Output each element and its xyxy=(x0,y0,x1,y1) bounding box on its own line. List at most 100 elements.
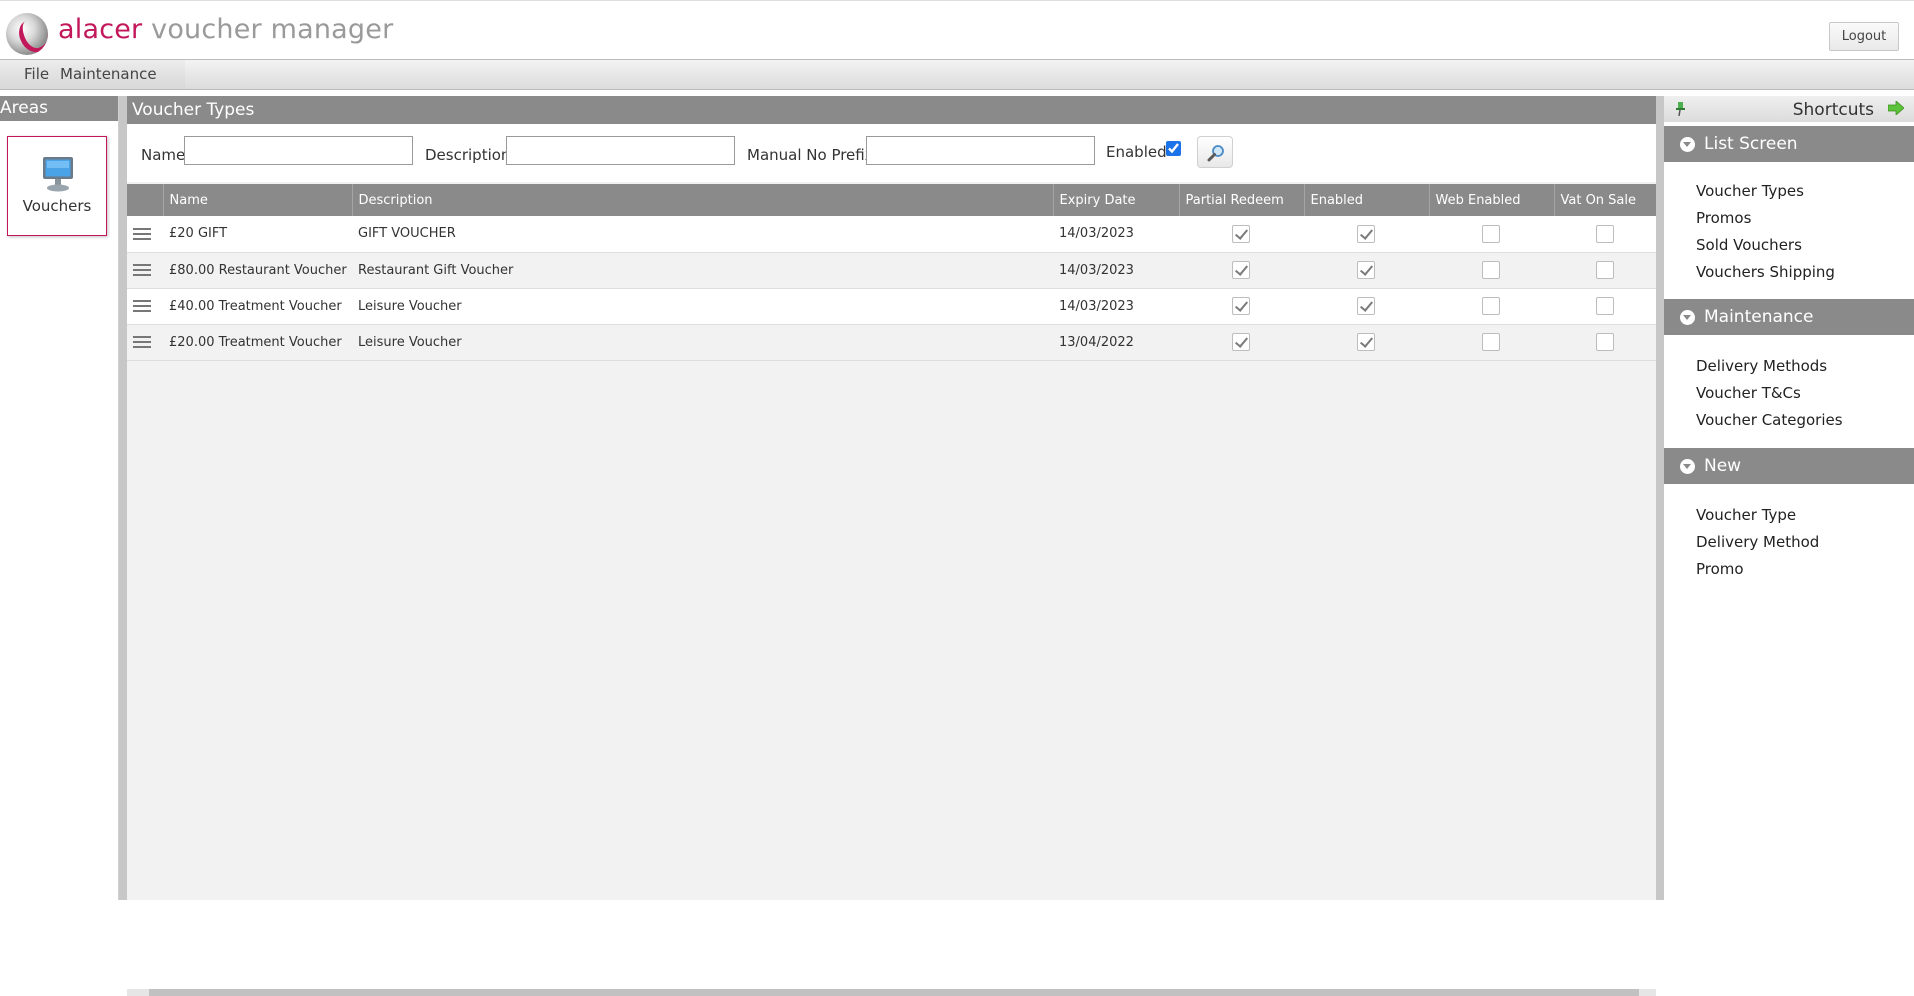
partial-redeem-checkbox[interactable] xyxy=(1232,261,1250,279)
shortcut-section-maintenance[interactable]: Maintenance xyxy=(1664,299,1914,335)
shortcut-promos[interactable]: Promos xyxy=(1696,209,1751,227)
right-splitter[interactable] xyxy=(1656,96,1664,900)
cell-partial-redeem xyxy=(1179,216,1304,253)
cell-name: £20 GIFT xyxy=(163,216,352,253)
app-title: alacer voucher manager xyxy=(58,13,393,47)
area-tile-vouchers[interactable]: Vouchers xyxy=(7,136,107,236)
web-enabled-checkbox[interactable] xyxy=(1482,333,1500,351)
cell-name: £40.00 Treatment Voucher xyxy=(163,288,352,325)
drag-handle-icon[interactable] xyxy=(133,263,151,277)
cell-expiry-date: 14/03/2023 xyxy=(1053,288,1179,325)
partial-redeem-checkbox[interactable] xyxy=(1232,333,1250,351)
shortcuts-title: Shortcuts xyxy=(1792,100,1874,120)
section-title: New xyxy=(1704,456,1742,476)
cell-enabled xyxy=(1304,288,1429,325)
horizontal-scrollbar[interactable] xyxy=(127,989,1656,996)
enabled-checkbox[interactable] xyxy=(1357,333,1375,351)
cell-web-enabled xyxy=(1429,216,1554,253)
chevron-down-icon xyxy=(1680,459,1695,474)
magnifier-icon xyxy=(1207,145,1224,162)
vat-on-sale-checkbox[interactable] xyxy=(1595,224,1614,243)
table-row[interactable]: £80.00 Restaurant Voucher Restaurant Gift… xyxy=(127,252,1656,289)
enabled-checkbox[interactable] xyxy=(1357,297,1375,315)
shortcut-sold-vouchers[interactable]: Sold Vouchers xyxy=(1696,236,1802,254)
drag-handle-icon[interactable] xyxy=(133,335,151,349)
cell-description: Leisure Voucher xyxy=(352,324,1053,361)
enabled-filter-label: Enabled xyxy=(1106,143,1167,161)
shortcut-voucher-tcs[interactable]: Voucher T&Cs xyxy=(1696,384,1801,402)
description-filter-input[interactable] xyxy=(506,136,735,165)
scrollbar-thumb[interactable] xyxy=(149,989,1639,996)
prefix-filter-input[interactable] xyxy=(866,136,1095,165)
row-handle[interactable] xyxy=(127,324,163,361)
drag-handle-icon[interactable] xyxy=(133,227,151,241)
name-filter-input[interactable] xyxy=(184,136,413,165)
partial-redeem-checkbox[interactable] xyxy=(1232,297,1250,315)
menubar: File Maintenance xyxy=(0,59,1914,90)
menu-file[interactable]: File xyxy=(24,65,49,83)
app-header: alacer voucher manager Logout xyxy=(0,0,1914,59)
menu-maintenance[interactable]: Maintenance xyxy=(60,65,157,83)
partial-redeem-checkbox[interactable] xyxy=(1232,224,1250,243)
table-row[interactable]: £20 GIFT GIFT VOUCHER 14/03/2023 xyxy=(127,216,1656,253)
vat-on-sale-checkbox[interactable] xyxy=(1595,297,1614,315)
cell-enabled xyxy=(1304,216,1429,253)
main-panel: Voucher Types Name Description Manual No… xyxy=(127,96,1656,996)
cell-name: £80.00 Restaurant Voucher xyxy=(163,252,352,289)
col-name[interactable]: Name xyxy=(162,184,352,216)
pin-icon[interactable] xyxy=(1674,102,1686,116)
cell-enabled xyxy=(1304,324,1429,361)
enabled-checkbox[interactable] xyxy=(1357,224,1375,243)
alacer-logo-icon xyxy=(6,13,48,55)
arrow-right-icon[interactable] xyxy=(1888,101,1904,115)
shortcut-section-list-screen[interactable]: List Screen xyxy=(1664,126,1914,162)
shortcuts-header: Shortcuts xyxy=(1664,96,1914,122)
cell-description: GIFT VOUCHER xyxy=(352,216,1053,253)
shortcut-new-delivery-method[interactable]: Delivery Method xyxy=(1696,533,1819,551)
shortcut-voucher-categories[interactable]: Voucher Categories xyxy=(1696,411,1843,429)
vat-on-sale-checkbox[interactable] xyxy=(1595,333,1614,351)
cell-enabled xyxy=(1304,252,1429,289)
cell-expiry-date: 14/03/2023 xyxy=(1053,252,1179,289)
table-row[interactable]: £20.00 Treatment Voucher Leisure Voucher 1… xyxy=(127,324,1656,361)
row-handle[interactable] xyxy=(127,288,163,325)
shortcuts-panel: Shortcuts List Screen Voucher Types Prom… xyxy=(1664,96,1914,900)
cell-partial-redeem xyxy=(1179,324,1304,361)
cell-expiry-date: 14/03/2023 xyxy=(1053,216,1179,253)
monitor-icon xyxy=(43,157,73,192)
col-expiry-date[interactable]: Expiry Date xyxy=(1052,184,1179,216)
col-partial-redeem[interactable]: Partial Redeem xyxy=(1178,184,1304,216)
section-title: List Screen xyxy=(1704,134,1798,154)
shortcut-vouchers-shipping[interactable]: Vouchers Shipping xyxy=(1696,263,1835,281)
vat-on-sale-checkbox[interactable] xyxy=(1595,261,1614,279)
web-enabled-checkbox[interactable] xyxy=(1482,224,1500,243)
left-splitter[interactable] xyxy=(119,96,127,900)
enabled-checkbox[interactable] xyxy=(1357,261,1375,279)
cell-vat-on-sale xyxy=(1554,324,1656,361)
enabled-filter-checkbox[interactable] xyxy=(1166,141,1181,156)
col-enabled[interactable]: Enabled xyxy=(1303,184,1429,216)
cell-name: £20.00 Treatment Voucher xyxy=(163,324,352,361)
search-button[interactable] xyxy=(1197,136,1233,168)
col-vat-on-sale[interactable]: Vat On Sale xyxy=(1553,184,1656,216)
col-description[interactable]: Description xyxy=(351,184,1053,216)
table-row[interactable]: £40.00 Treatment Voucher Leisure Voucher 1… xyxy=(127,288,1656,325)
row-handle[interactable] xyxy=(127,252,163,289)
shortcut-section-new[interactable]: New xyxy=(1664,448,1914,484)
row-handle[interactable] xyxy=(127,216,163,253)
shortcut-voucher-types[interactable]: Voucher Types xyxy=(1696,182,1804,200)
cell-description: Restaurant Gift Voucher xyxy=(352,252,1053,289)
shortcut-delivery-methods[interactable]: Delivery Methods xyxy=(1696,357,1827,375)
web-enabled-checkbox[interactable] xyxy=(1482,297,1500,315)
web-enabled-checkbox[interactable] xyxy=(1482,261,1500,279)
col-web-enabled[interactable]: Web Enabled xyxy=(1428,184,1554,216)
cell-expiry-date: 13/04/2022 xyxy=(1053,324,1179,361)
areas-panel: Areas Vouchers xyxy=(0,96,119,900)
drag-handle-icon[interactable] xyxy=(133,299,151,313)
logout-button[interactable]: Logout xyxy=(1829,22,1899,51)
shortcut-new-voucher-type[interactable]: Voucher Type xyxy=(1696,506,1796,524)
chevron-down-icon xyxy=(1680,137,1695,152)
brand-secondary: voucher manager xyxy=(151,14,394,45)
cell-web-enabled xyxy=(1429,252,1554,289)
shortcut-new-promo[interactable]: Promo xyxy=(1696,560,1744,578)
